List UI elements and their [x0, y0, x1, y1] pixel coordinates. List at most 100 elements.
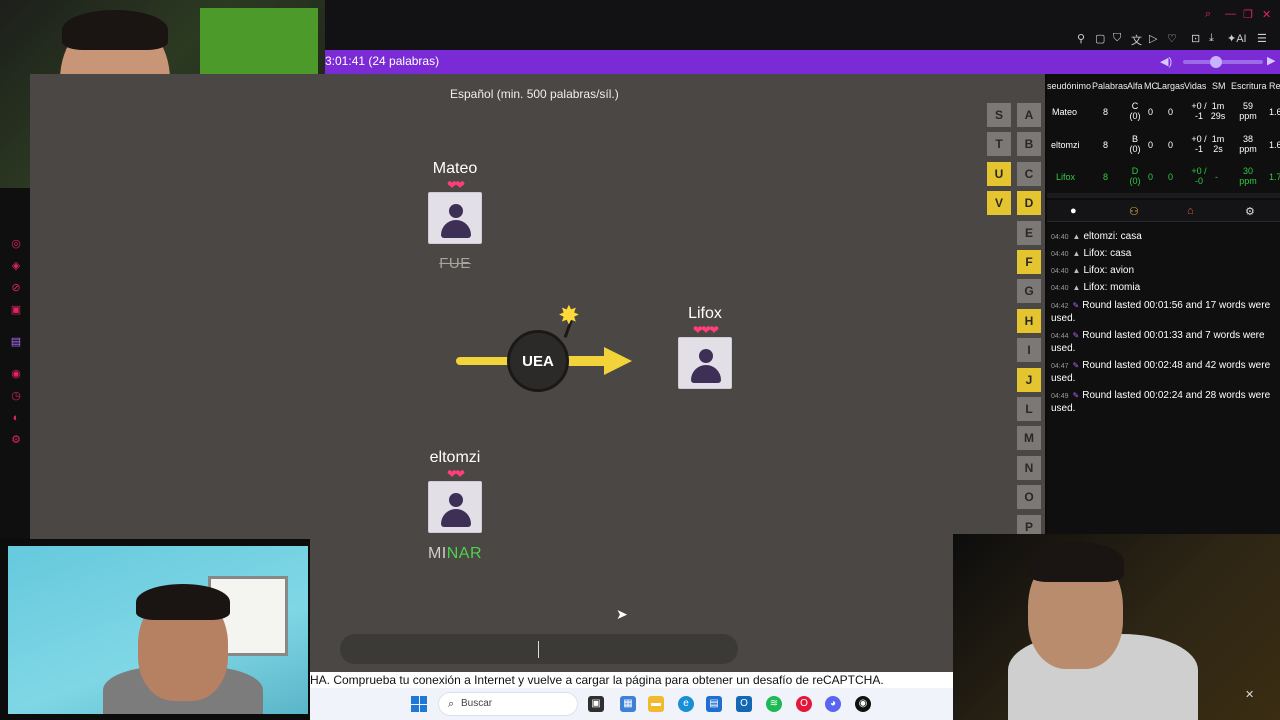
translate-icon[interactable]: 文 [1131, 32, 1142, 48]
chat-message: 04:40 ▲ eltomzi: casa [1051, 231, 1142, 242]
nav-icon[interactable]: ⊘ [10, 282, 22, 294]
play-icon[interactable]: ▶ [1267, 54, 1275, 67]
twitch-icon[interactable]: ▤ [10, 336, 22, 348]
bonus-letter: C [1017, 162, 1041, 186]
download-icon[interactable]: ⤓ [1209, 32, 1214, 45]
scoreboard: seudónimo Palabras Alfa MC Largas Vidas … [1047, 74, 1280, 196]
nav-icon[interactable]: ▣ [10, 304, 22, 316]
player-name: Lifox [688, 305, 722, 322]
col-header[interactable]: Vidas [1184, 81, 1206, 91]
clock-icon[interactable]: ◷ [10, 390, 22, 402]
minimize-icon[interactable]: — [1225, 8, 1236, 20]
volume-knob[interactable] [1210, 56, 1222, 68]
webcam-bottom-left [8, 546, 308, 714]
word-input[interactable] [340, 634, 738, 664]
scoreboard-scrollbar[interactable] [1047, 193, 1280, 198]
ai-icon[interactable]: ✦AI [1227, 32, 1247, 45]
bonus-letter: O [1017, 485, 1041, 509]
round-timer: 3:01:41 (24 palabras) [325, 54, 440, 68]
bonus-letter: A [1017, 103, 1041, 127]
gear-icon[interactable]: ⚙ [1245, 205, 1255, 218]
bonus-letter: T [987, 132, 1011, 156]
player-hearts: ❤❤ [446, 178, 465, 192]
app-icon[interactable]: ◉ [855, 696, 871, 712]
outlook-icon[interactable]: O [736, 696, 752, 712]
col-header[interactable]: SM [1212, 81, 1226, 91]
menu-icon[interactable]: ☰ [1257, 32, 1267, 45]
tab-icon[interactable]: ▢ [1095, 32, 1105, 45]
windows-taskbar: ⌕ Buscar ▣ ▦ ▬ e ▤ O ≋ O ◕ ◉ [310, 688, 953, 720]
bonus-letter: B [1017, 132, 1041, 156]
volume-icon[interactable]: ◀) [1160, 55, 1172, 68]
player-hearts: ❤❤ [446, 467, 465, 481]
edge-icon[interactable]: e [678, 696, 694, 712]
nav-icon[interactable]: ◈ [10, 260, 22, 272]
chat-message: 04:42 ✎ Round lasted 00:01:56 and 17 words… [1051, 300, 1271, 324]
player-name: eltomzi [429, 449, 481, 466]
discord-icon[interactable]: ◕ [825, 696, 841, 712]
home-icon[interactable]: ⌂ [1187, 205, 1194, 217]
opera-icon[interactable]: O [796, 696, 812, 712]
bonus-letter: S [987, 103, 1011, 127]
spark-icon: ✸ [558, 300, 580, 330]
bonus-letter: F [1017, 250, 1041, 274]
restore-icon[interactable]: ❐ [1243, 8, 1253, 21]
chat-tabs: ● ⚇ ⌂ ⚙ [1047, 200, 1280, 222]
col-header[interactable]: Largas [1157, 81, 1185, 91]
bonus-letter: E [1017, 221, 1041, 245]
play-icon[interactable]: ▷ [1149, 32, 1157, 45]
syllable-prompt: UEA [522, 352, 554, 370]
col-header[interactable]: Alfa [1127, 81, 1143, 91]
search-icon[interactable]: ⌕ [1205, 8, 1211, 21]
users-icon[interactable]: ⚇ [1129, 205, 1139, 218]
player-last-word: FUE [439, 255, 471, 272]
col-header[interactable]: Re [1269, 81, 1280, 91]
volume-slider[interactable] [1183, 60, 1263, 64]
turn-arrow-icon [604, 347, 632, 375]
chat-message: 04:47 ✎ Round lasted 00:02:48 and 42 words… [1051, 360, 1271, 384]
recaptcha-warning: HA. Comprueba tu conexión a Internet y v… [310, 672, 953, 688]
player-hearts: ❤❤❤ [692, 323, 719, 337]
col-header[interactable]: Escritura [1231, 81, 1267, 91]
pin-icon[interactable]: ⚲ [1077, 32, 1085, 45]
nav-icon[interactable]: ◐ [10, 412, 22, 424]
heart-icon[interactable]: ♡ [1167, 32, 1177, 45]
nav-icon[interactable]: ◉ [10, 368, 22, 380]
avatar [678, 337, 732, 389]
lock-icon[interactable]: ⊡ [1191, 32, 1200, 45]
gear-icon[interactable]: ⚙ [10, 434, 22, 446]
player-lifox: Lifox ❤❤❤ [674, 305, 736, 389]
bonus-letter: U [987, 162, 1011, 186]
chat-message: 04:40 ▲ Lifox: avion [1051, 265, 1135, 276]
chat-message: 04:49 ✎ Round lasted 00:02:24 and 28 words… [1051, 390, 1271, 414]
windows-start-icon[interactable] [411, 696, 427, 712]
spotify-icon[interactable]: ≋ [766, 696, 782, 712]
taskbar-search[interactable]: ⌕ Buscar [438, 692, 578, 716]
shield-icon[interactable]: ⛉ [1113, 32, 1121, 45]
player-name: Mateo [432, 160, 478, 177]
photos-icon[interactable]: ▦ [620, 696, 636, 712]
webcam-bottom-right: ✕ [953, 534, 1280, 720]
bonus-letter: J [1017, 368, 1041, 392]
col-header[interactable]: Palabras [1092, 81, 1128, 91]
col-header[interactable]: MC [1144, 81, 1158, 91]
bonus-letter: M [1017, 426, 1041, 450]
player-eltomzi: eltomzi ❤❤ MINAR [420, 449, 490, 563]
mic-muted-icon: ✕ [1245, 689, 1255, 701]
store-icon[interactable]: ▤ [706, 696, 722, 712]
task-view-icon[interactable]: ▣ [588, 696, 604, 712]
game-rule: Español (min. 500 palabras/síl.) [450, 87, 619, 101]
text-caret [538, 641, 539, 658]
browser-toolbar: ⌕ — ❐ ✕ ⚲ ▢ ⛉ 文 ▷ ♡ ⊡ ⤓ ✦AI ☰ [325, 0, 1280, 50]
avatar [428, 481, 482, 533]
mouse-cursor-icon: ➤ [616, 606, 628, 622]
game-board: Español (min. 500 palabras/síl.) [30, 74, 1045, 539]
close-icon[interactable]: ✕ [1262, 8, 1271, 21]
folder-icon[interactable]: ▬ [648, 696, 664, 712]
bonus-letter: V [987, 191, 1011, 215]
chat-icon[interactable]: ● [1070, 205, 1077, 217]
nav-icon[interactable]: ◎ [10, 238, 22, 250]
bonus-letter: D [1017, 191, 1041, 215]
player-mateo: Mateo ❤❤ FUE [425, 160, 485, 272]
col-header[interactable]: seudónimo [1047, 81, 1091, 91]
